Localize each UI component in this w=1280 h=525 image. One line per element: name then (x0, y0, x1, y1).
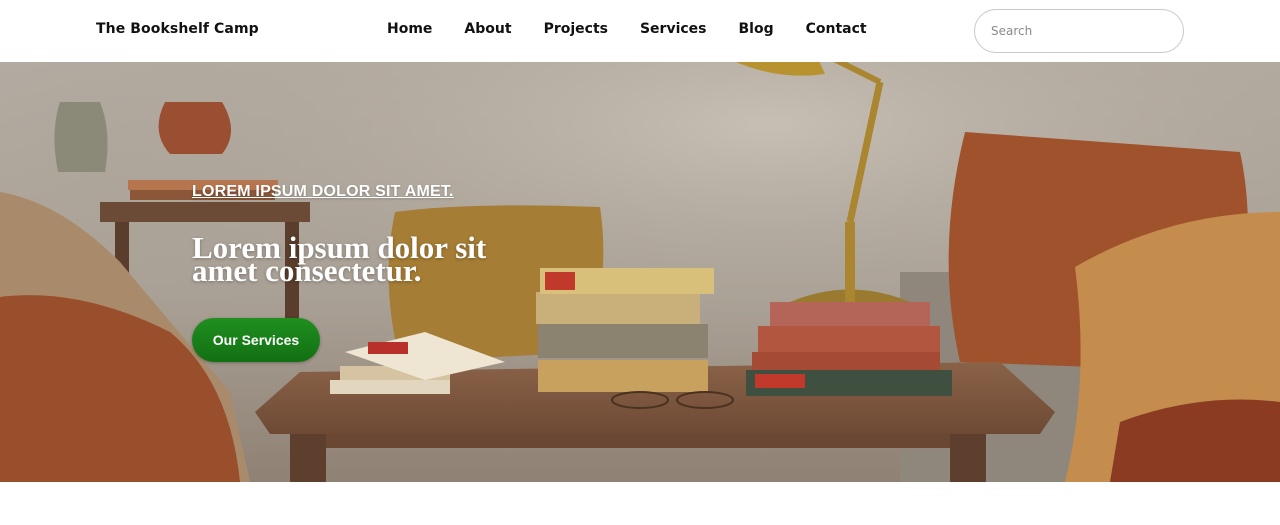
site-header: The Bookshelf Camp Home About Projects S… (0, 0, 1280, 62)
nav-services[interactable]: Services (640, 21, 707, 37)
nav-blog[interactable]: Blog (739, 21, 774, 37)
nav-home[interactable]: Home (387, 21, 432, 37)
nav-about[interactable]: About (464, 21, 511, 37)
search-input[interactable] (974, 9, 1184, 53)
our-services-button[interactable]: Our Services (192, 318, 320, 362)
main-nav: Home About Projects Services Blog Contac… (387, 21, 867, 37)
nav-contact[interactable]: Contact (806, 21, 867, 37)
hero-headline: Lorem ipsum dolor sit amet consectetur. (192, 230, 487, 288)
nav-projects[interactable]: Projects (544, 21, 608, 37)
hero-eyebrow-link[interactable]: LOREM IPSUM DOLOR SIT AMET. (192, 183, 454, 201)
hero-section: LOREM IPSUM DOLOR SIT AMET. Lorem ipsum … (0, 62, 1280, 482)
brand-logo-link[interactable]: The Bookshelf Camp (96, 21, 259, 37)
